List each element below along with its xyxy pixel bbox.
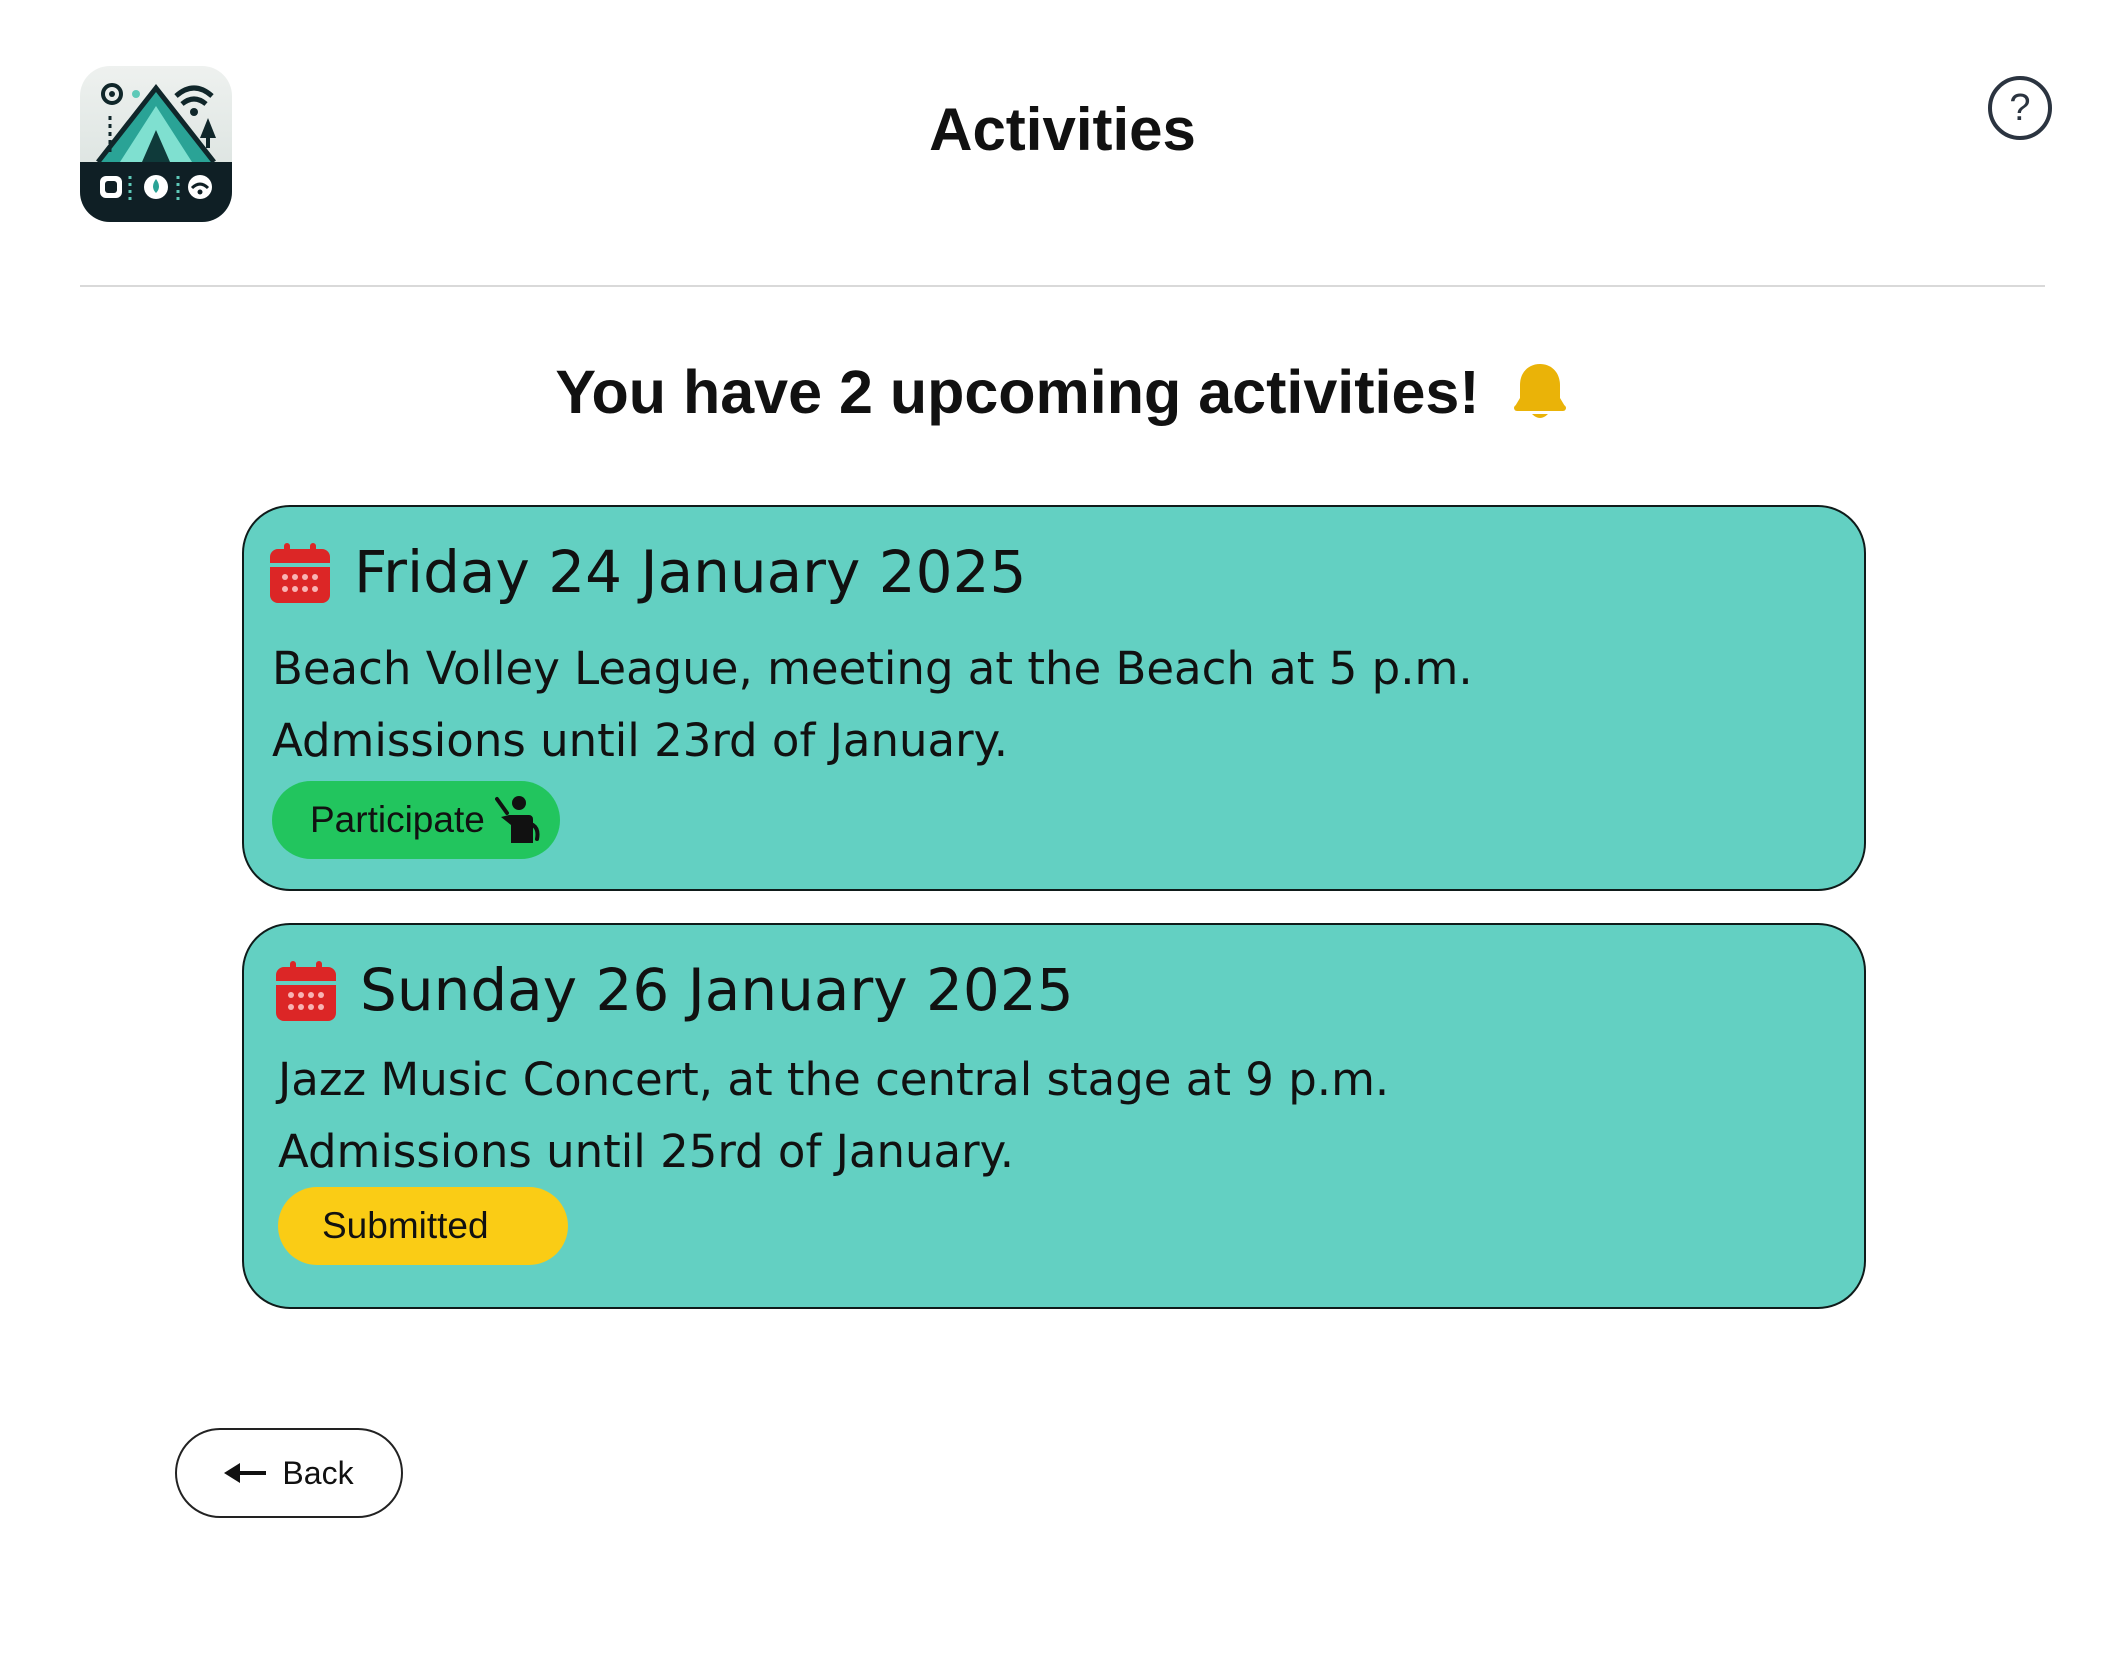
submitted-status-badge: Submitted (278, 1187, 568, 1265)
help-icon: ? (2009, 87, 2031, 129)
help-button[interactable]: ? (1988, 76, 2052, 140)
raised-hand-icon (494, 796, 540, 843)
calendar-icon (270, 543, 330, 603)
activity-card: Sunday 26 January 2025 Jazz Music Concer… (242, 923, 1866, 1309)
activity-card: Friday 24 January 2025 Beach Volley Leag… (242, 505, 1866, 891)
bell-icon (1513, 364, 1566, 418)
participate-button[interactable]: Participate (272, 781, 560, 859)
activity-admissions-line: Admissions until 25rd of January. (278, 1125, 1015, 1178)
activity-description: Beach Volley League, meeting at the Beac… (272, 633, 1473, 777)
activity-description-line: Jazz Music Concert, at the central stage… (278, 1053, 1390, 1106)
back-label: Back (282, 1454, 354, 1491)
activity-description: Jazz Music Concert, at the central stage… (278, 1044, 1389, 1188)
activity-date: Sunday 26 January 2025 (360, 956, 1074, 1024)
activity-date-row: Sunday 26 January 2025 (276, 955, 1074, 1025)
arrow-left-icon (224, 1463, 267, 1483)
activity-description-line: Beach Volley League, meeting at the Beac… (272, 642, 1473, 695)
page-title: Activities (929, 96, 1196, 163)
calendar-icon (276, 961, 336, 1021)
participate-label: Participate (310, 799, 485, 840)
submitted-label: Submitted (322, 1205, 489, 1246)
activity-date-row: Friday 24 January 2025 (270, 537, 1026, 607)
header-divider (80, 285, 2045, 287)
back-button[interactable]: Back (175, 1428, 403, 1518)
activity-date: Friday 24 January 2025 (354, 538, 1027, 606)
upcoming-summary: You have 2 upcoming activities! (0, 352, 2125, 432)
activity-admissions-line: Admissions until 23rd of January. (272, 714, 1009, 767)
upcoming-summary-text: You have 2 upcoming activities! (555, 358, 1480, 426)
